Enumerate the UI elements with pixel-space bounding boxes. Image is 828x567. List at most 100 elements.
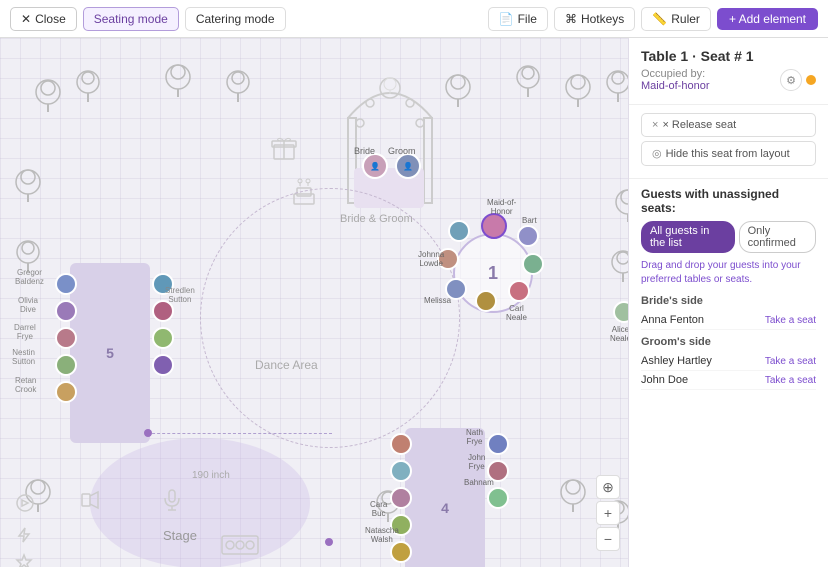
occupied-icons: ⚙: [780, 69, 816, 91]
zoom-out-button[interactable]: −: [596, 527, 620, 551]
measurement-dot-right: [325, 538, 333, 546]
table-4[interactable]: 4: [405, 428, 485, 567]
bride-label: Bride: [354, 146, 375, 156]
seat-t5-4[interactable]: [55, 354, 77, 376]
seat-t1-5[interactable]: [475, 290, 497, 312]
filter-confirmed-tab[interactable]: Only confirmed: [739, 221, 816, 253]
toolbar: ✕ Close Seating mode Catering mode 📄 Fil…: [0, 0, 828, 38]
guests-hint: Drag and drop your guests into your pref…: [641, 259, 816, 287]
occupied-label: Occupied by:: [641, 68, 709, 80]
seat-t1-2[interactable]: [517, 225, 539, 247]
measurement-label: 190 inch: [192, 470, 230, 481]
tree-7: [560, 73, 596, 109]
tree-5: [440, 73, 476, 109]
star-icon: [15, 553, 33, 567]
guest-row-anna: Anna Fenton Take a seat: [641, 311, 816, 330]
filter-tabs: All guests in the list Only confirmed: [641, 221, 816, 253]
seat-t1-8[interactable]: [448, 220, 470, 242]
release-icon: ×: [652, 119, 658, 131]
alice-neale-avatar[interactable]: [613, 301, 628, 323]
right-panel: Table 1 · Seat # 1 Occupied by: Maid-of-…: [628, 38, 828, 567]
groom-avatar[interactable]: 👤: [395, 153, 421, 179]
close-icon: ✕: [21, 12, 31, 26]
panel-header: Table 1 · Seat # 1 Occupied by: Maid-of-…: [629, 38, 828, 105]
seat-t1-moh[interactable]: [481, 213, 507, 239]
guests-section: Guests with unassigned seats: All guests…: [629, 178, 828, 567]
gear-button[interactable]: ⚙: [780, 69, 802, 91]
tree-1: [30, 78, 66, 114]
moh-label: Maid-of-Honor: [487, 198, 516, 216]
seat-t5-8[interactable]: [152, 327, 174, 349]
ashley-take-seat[interactable]: Take a seat: [765, 356, 816, 367]
anna-take-seat[interactable]: Take a seat: [765, 315, 816, 326]
stage-area: [90, 438, 310, 567]
seat-t5-1[interactable]: [55, 273, 77, 295]
guest-row-john: John Doe Take a seat: [641, 371, 816, 390]
seating-canvas[interactable]: 👤 👤 Bride Groom Bride & Groom: [0, 38, 628, 567]
mixer-icon: [220, 528, 260, 559]
ruler-button[interactable]: 📏 Ruler: [641, 7, 711, 31]
keyboard-icon: ⌘: [565, 12, 577, 26]
table-5[interactable]: 5: [70, 263, 150, 443]
ashley-hartley-name: Ashley Hartley: [641, 355, 712, 367]
seat-t4-1[interactable]: [390, 433, 412, 455]
anna-fenton-name: Anna Fenton: [641, 314, 704, 326]
file-button[interactable]: 📄 File: [488, 7, 548, 31]
add-element-button[interactable]: + Add element: [717, 8, 818, 30]
status-dot: [806, 75, 816, 85]
name-label-2: OliviaDive: [18, 296, 38, 314]
tree-9: [10, 168, 46, 204]
seat-t1-2-label: Bart: [522, 216, 537, 225]
seat-t4-5[interactable]: [390, 541, 412, 563]
grooms-side-label: Groom's side: [641, 336, 816, 348]
filter-all-tab[interactable]: All guests in the list: [641, 221, 735, 253]
hotkeys-button[interactable]: ⌘ Hotkeys: [554, 7, 635, 31]
seat-t4-8[interactable]: [487, 487, 509, 509]
seat-t5-2[interactable]: [55, 300, 77, 322]
tree-11: [610, 188, 628, 224]
t4-label-4: CaraBuc: [370, 500, 387, 518]
zoom-in-button[interactable]: +: [596, 501, 620, 525]
gift-icon: [270, 133, 298, 164]
seat-t4-3[interactable]: [390, 487, 412, 509]
tree-2: [70, 68, 106, 104]
tree-12: [605, 248, 628, 284]
seat-t5-5[interactable]: [55, 381, 77, 403]
alice-neale-label: AliceNeale: [610, 325, 628, 343]
map-controls: ⊕ + −: [596, 475, 620, 551]
guest-row-ashley: Ashley Hartley Take a seat: [641, 352, 816, 371]
ruler-icon: 📏: [652, 12, 667, 26]
seat-t1-4-label: CarlNeale: [506, 304, 527, 322]
measurement-line: [147, 433, 332, 434]
seat-t1-4[interactable]: [508, 280, 530, 302]
seat-t4-6[interactable]: [487, 433, 509, 455]
brides-side-label: Bride's side: [641, 295, 816, 307]
name-label-4: NestinSutton: [12, 348, 35, 366]
seating-mode-button[interactable]: Seating mode: [83, 7, 179, 31]
tree-3: [160, 63, 196, 99]
measurement-dot-left: [144, 429, 152, 437]
speaker-icon: [80, 488, 104, 515]
john-doe-name: John Doe: [641, 374, 688, 386]
close-button[interactable]: ✕ Close: [10, 7, 77, 31]
seat-t4-2[interactable]: [390, 460, 412, 482]
john-take-seat[interactable]: Take a seat: [765, 375, 816, 386]
panel-actions: × × Release seat ◎ Hide this seat from l…: [629, 105, 828, 178]
hide-seat-button[interactable]: ◎ Hide this seat from layout: [641, 141, 816, 166]
microphone-icon: [160, 488, 184, 515]
occupied-value: Maid-of-honor: [641, 80, 709, 92]
main-area: 👤 👤 Bride Groom Bride & Groom: [0, 38, 828, 567]
groom-label: Groom: [388, 146, 416, 156]
seat-t5-9[interactable]: [152, 354, 174, 376]
catering-mode-button[interactable]: Catering mode: [185, 7, 286, 31]
seat-t1-7-label: JohnnaLowde: [418, 250, 444, 268]
release-seat-button[interactable]: × × Release seat: [641, 113, 816, 137]
seat-t1-3[interactable]: [522, 253, 544, 275]
t4-label-5: NataschaWalsh: [365, 526, 399, 544]
tree-14: [555, 478, 591, 514]
panel-title: Table 1 · Seat # 1: [641, 48, 816, 64]
crosshair-button[interactable]: ⊕: [596, 475, 620, 499]
bride-avatar[interactable]: 👤: [362, 153, 388, 179]
seat-t1-6-label: Melissa: [424, 296, 451, 305]
seat-t5-3[interactable]: [55, 327, 77, 349]
